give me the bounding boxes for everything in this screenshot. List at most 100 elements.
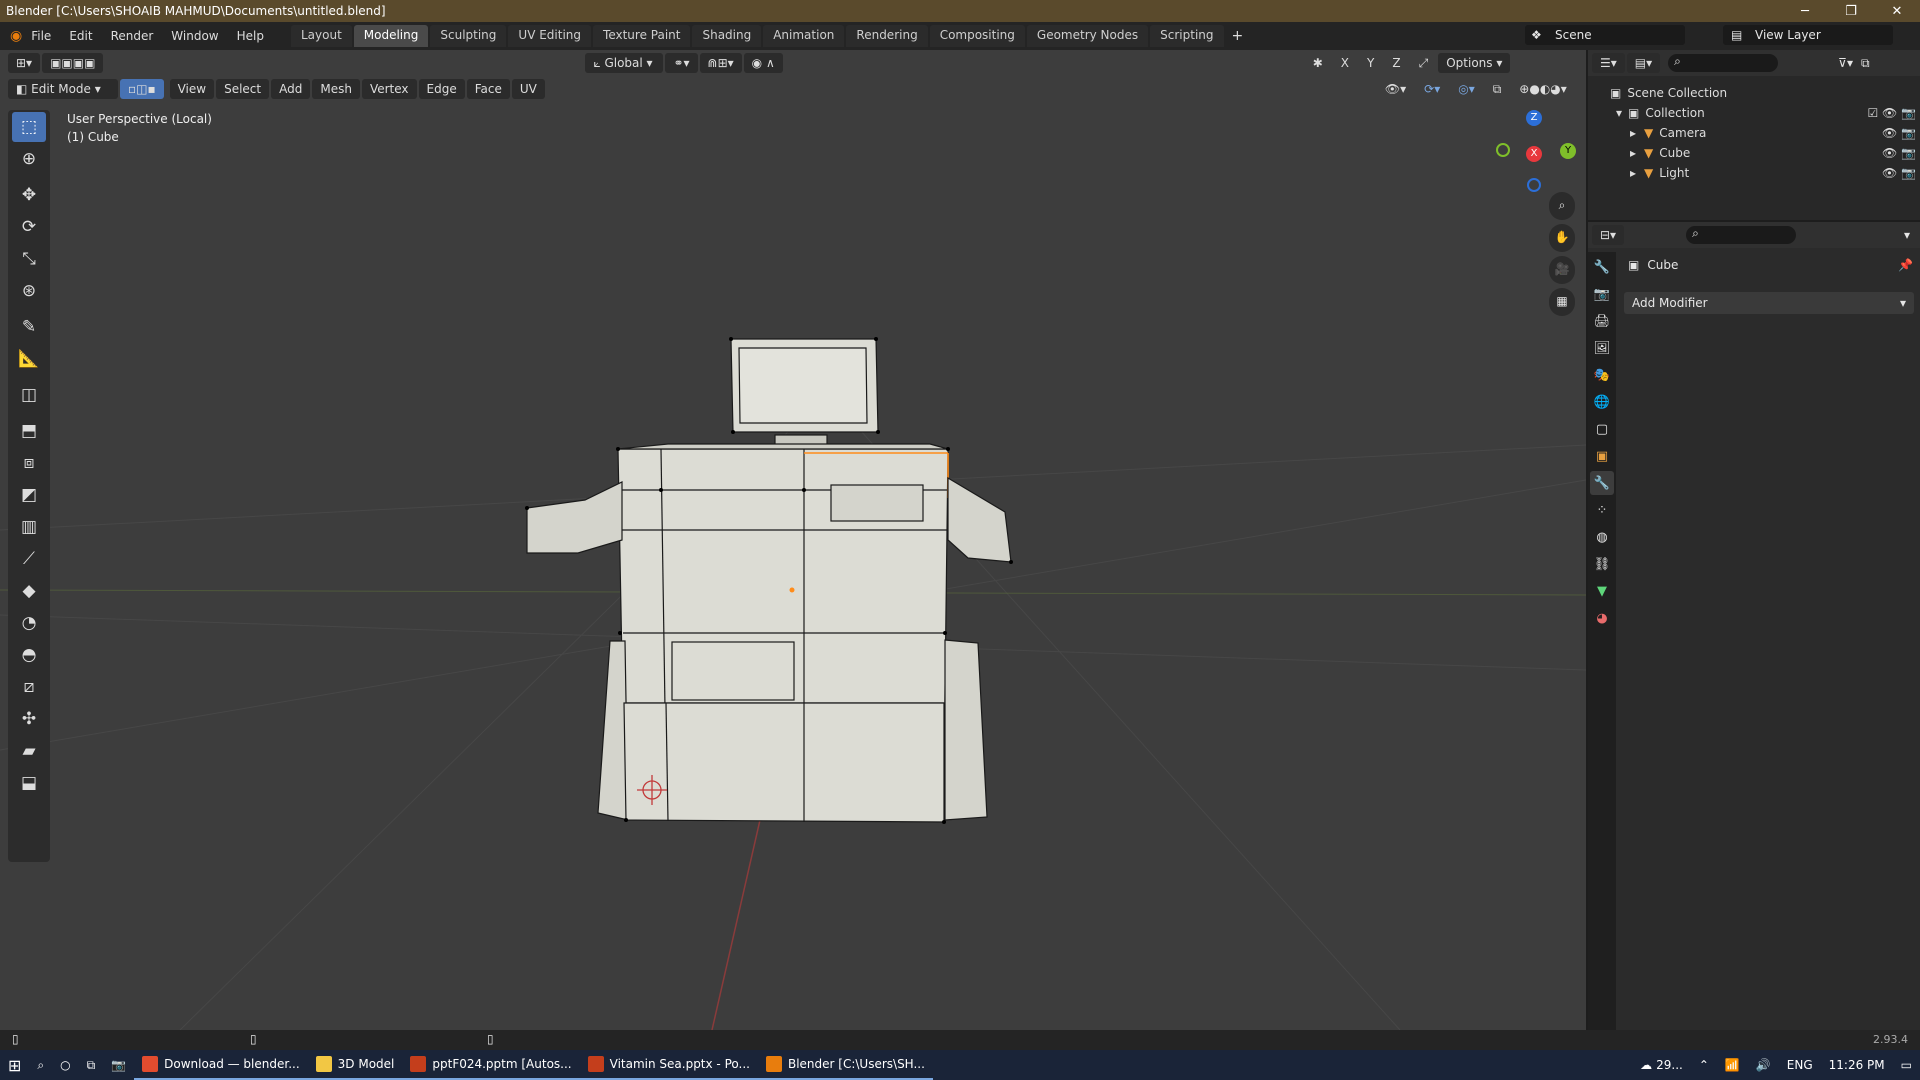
weather-icon[interactable]: ☁ 29...: [1632, 1050, 1691, 1080]
modifier-tab-icon[interactable]: 🔧: [1590, 471, 1614, 495]
viewport-menu-view[interactable]: View: [169, 79, 215, 99]
viewport-menu-select[interactable]: Select: [216, 79, 270, 99]
gizmo-neg-z-axis[interactable]: [1527, 178, 1541, 192]
menu-file[interactable]: File: [22, 29, 60, 43]
bevel-tool-icon[interactable]: ◩: [12, 480, 46, 510]
mode-dropdown[interactable]: ◧ Edit Mode ▾: [8, 79, 118, 99]
view-layer-selector[interactable]: ▤ View Layer: [1723, 25, 1893, 45]
options-dropdown[interactable]: Options ▾: [1438, 53, 1511, 73]
shading-modes-icon[interactable]: ⊕●◐◕▾: [1511, 79, 1575, 99]
visibility-icon[interactable]: 👁▾: [1377, 79, 1414, 99]
expand-arrow-icon[interactable]: ▸: [1630, 166, 1636, 180]
maximize-button[interactable]: ❐: [1828, 4, 1874, 19]
outliner-item-light[interactable]: ▸ ▼ Light 👁 📷: [1630, 164, 1916, 182]
camera-view-icon[interactable]: 🎥: [1549, 256, 1575, 284]
rotate-tool-icon[interactable]: ⟳: [12, 212, 46, 242]
tab-shading[interactable]: Shading: [692, 25, 762, 47]
tab-texture-paint[interactable]: Texture Paint: [593, 25, 691, 47]
task-view-icon[interactable]: ⧉: [79, 1050, 104, 1080]
smooth-tool-icon[interactable]: ◓: [12, 640, 46, 670]
new-collection-icon[interactable]: ⧉: [1861, 56, 1870, 71]
proportional-edit-icon[interactable]: ◉ ∧: [743, 53, 783, 73]
select-mode-box-icon[interactable]: ▣▣▣▣: [42, 53, 104, 73]
tab-uv-editing[interactable]: UV Editing: [508, 25, 592, 47]
tab-geometry-nodes[interactable]: Geometry Nodes: [1026, 25, 1149, 47]
properties-editor-type-icon[interactable]: ⊟▾: [1592, 225, 1625, 245]
spin-tool-icon[interactable]: ◔: [12, 608, 46, 638]
move-tool-icon[interactable]: ✥: [12, 180, 46, 210]
shear-tool-icon[interactable]: ▰: [12, 736, 46, 766]
ortho-grid-icon[interactable]: ▦: [1549, 288, 1575, 316]
taskbar-app[interactable]: pptF024.pptm [Autos...: [402, 1050, 580, 1080]
3d-viewport[interactable]: ⊞▾ ▣▣▣▣ ⟀ Global ▾ ⚭▾ ⋒⊞▾ ◉ ∧ ✱ X Y Z ⤢ …: [0, 50, 1586, 1030]
viewport-menu-edge[interactable]: Edge: [418, 79, 465, 99]
outliner-editor-type-icon[interactable]: ☰▾: [1592, 53, 1625, 73]
pivot-point-icon[interactable]: ⚭▾: [665, 53, 698, 73]
taskbar-app[interactable]: Vitamin Sea.pptx - Po...: [579, 1050, 758, 1080]
knife-tool-icon[interactable]: ⟋: [12, 544, 46, 574]
transform-orientation-dropdown[interactable]: ⟀ Global ▾: [585, 53, 664, 73]
tab-animation[interactable]: Animation: [763, 25, 845, 47]
snap-icon[interactable]: ⋒⊞▾: [699, 53, 742, 73]
notifications-icon[interactable]: ▭: [1893, 1050, 1920, 1080]
viewport-scene[interactable]: [0, 50, 1586, 1030]
data-tab-icon[interactable]: ▼: [1590, 579, 1614, 603]
exclude-checkbox[interactable]: ☑ 👁 📷: [1867, 106, 1916, 120]
menu-help[interactable]: Help: [228, 29, 273, 43]
object-tab-icon[interactable]: ▣: [1590, 444, 1614, 468]
viewport-menu-uv[interactable]: UV: [511, 79, 545, 99]
tab-scripting[interactable]: Scripting: [1150, 25, 1224, 47]
network-icon[interactable]: 📶: [1717, 1050, 1748, 1080]
pin-icon[interactable]: 📌: [1898, 258, 1913, 272]
scale-tool-icon[interactable]: ⤡: [12, 244, 46, 274]
taskbar-app[interactable]: 3D Model: [307, 1050, 403, 1080]
add-cube-tool-icon[interactable]: ◫: [12, 380, 46, 410]
collection-tab-icon[interactable]: ▢: [1590, 417, 1614, 441]
taskbar-app[interactable]: Blender [C:\Users\SH...: [757, 1050, 933, 1080]
outliner-item-camera[interactable]: ▸ ▼ Camera 👁 📷: [1630, 124, 1916, 142]
properties-options-icon[interactable]: ▾: [1904, 228, 1910, 242]
rip-tool-icon[interactable]: ⬓: [12, 768, 46, 798]
scene-tab-icon[interactable]: 🎭: [1590, 363, 1614, 387]
mirror-axis-icon[interactable]: ✱: [1305, 53, 1331, 73]
taskbar-app[interactable]: Download — blender...: [134, 1050, 308, 1080]
mirror-x-toggle[interactable]: X: [1333, 53, 1357, 73]
blender-logo-icon[interactable]: ◉: [10, 28, 22, 44]
gizmo-y-axis[interactable]: Y: [1560, 143, 1576, 159]
gizmo-x-axis[interactable]: X: [1526, 146, 1542, 162]
scene-selector[interactable]: ❖ Scene: [1525, 25, 1685, 45]
expand-arrow-icon[interactable]: ▾: [1616, 106, 1622, 120]
annotate-tool-icon[interactable]: ✎: [12, 312, 46, 342]
gizmo-toggle-icon[interactable]: ⟳▾: [1416, 79, 1448, 99]
tab-modeling[interactable]: Modeling: [353, 25, 429, 47]
camera-app-icon[interactable]: 📷: [103, 1050, 134, 1080]
tab-compositing[interactable]: Compositing: [929, 25, 1025, 47]
gizmo-neg-y-axis[interactable]: [1496, 143, 1510, 157]
add-modifier-dropdown[interactable]: Add Modifier ▾: [1624, 292, 1914, 314]
tab-sculpting[interactable]: Sculpting: [430, 25, 507, 47]
cursor-tool-icon[interactable]: ⊕: [12, 144, 46, 174]
menu-render[interactable]: Render: [102, 29, 163, 43]
collection-row[interactable]: ▾ ▣ Collection ☑ 👁 📷: [1616, 104, 1916, 122]
clock-label[interactable]: 11:26 PM: [1821, 1050, 1893, 1080]
outliner-item-cube[interactable]: ▸ ▼ Cube 👁 📷: [1630, 144, 1916, 162]
menu-window[interactable]: Window: [162, 29, 227, 43]
mirror-z-toggle[interactable]: Z: [1384, 53, 1408, 73]
shrink-fatten-tool-icon[interactable]: ✣: [12, 704, 46, 734]
render-tab-icon[interactable]: 📷: [1590, 282, 1614, 306]
add-workspace-button[interactable]: +: [1226, 28, 1250, 44]
select-box-tool-icon[interactable]: ⬚: [12, 112, 46, 142]
scene-collection-row[interactable]: ▣ Scene Collection: [1610, 84, 1727, 102]
display-mode-icon[interactable]: ▤▾: [1626, 53, 1661, 73]
pan-hand-icon[interactable]: ✋: [1549, 224, 1575, 252]
language-label[interactable]: ENG: [1779, 1050, 1821, 1080]
visibility-toggle-icon[interactable]: 👁 📷: [1882, 146, 1916, 160]
viewport-menu-mesh[interactable]: Mesh: [312, 79, 360, 99]
xray-toggle-icon[interactable]: ⧉: [1485, 79, 1510, 99]
physics-tab-icon[interactable]: ◍: [1590, 525, 1614, 549]
zoom-icon[interactable]: ⌕: [1549, 192, 1575, 220]
inset-tool-icon[interactable]: ⧈: [12, 448, 46, 478]
measure-tool-icon[interactable]: 📐: [12, 344, 46, 374]
transform-tool-icon[interactable]: ⊛: [12, 276, 46, 306]
tab-rendering[interactable]: Rendering: [846, 25, 928, 47]
